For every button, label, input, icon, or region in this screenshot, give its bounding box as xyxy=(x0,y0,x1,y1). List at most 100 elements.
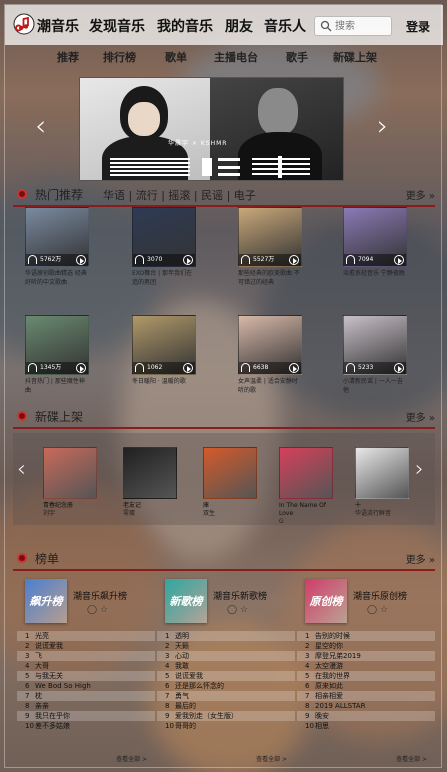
playlist-card[interactable]: 5762万 华语原创歌曲精选 经典好听的中文歌曲 xyxy=(25,207,89,287)
chart-name[interactable]: 潮音乐飙升榜 xyxy=(73,589,127,602)
playlist-cover[interactable]: 1062 xyxy=(132,315,196,375)
chart-song-row[interactable]: 6 原来如此 xyxy=(297,681,435,691)
banner-next-arrow[interactable]: › xyxy=(377,109,388,142)
album-artist[interactable]: 双生 xyxy=(203,510,257,518)
playlist-cover[interactable]: 5527万 xyxy=(238,207,302,267)
subnav-radio[interactable]: 主播电台 xyxy=(214,49,258,65)
playlist-cover[interactable]: 6638 xyxy=(238,315,302,375)
search-input[interactable] xyxy=(335,19,389,33)
chart-song-row[interactable]: 9 爱我别走（女生版） xyxy=(157,711,295,721)
playlist-card[interactable]: 7094 治愈系轻音乐 宁静夜晚 xyxy=(343,207,407,287)
album-name[interactable]: 青春纪念册 xyxy=(43,502,97,510)
chart-song-row[interactable]: 8 亲亲 xyxy=(17,701,155,711)
chart-song-row[interactable]: 3 心动 xyxy=(157,651,295,661)
genre-tags[interactable]: 华语 | 流行 | 摇滚 | 民谣 | 电子 xyxy=(103,187,256,203)
chart-song-row[interactable]: 3飞 xyxy=(17,651,155,661)
chart-song-row[interactable]: 1 透明 xyxy=(157,631,295,641)
album-name[interactable]: 庫 xyxy=(203,502,257,510)
album-cover[interactable] xyxy=(279,447,333,499)
chart-badge[interactable]: 飙升榜 xyxy=(25,579,67,623)
album-artist[interactable]: 华语流行鲜音 xyxy=(355,510,409,518)
chart-song-row[interactable]: 9 晚安 xyxy=(297,711,435,721)
album-card[interactable]: In The Name Of Love G xyxy=(279,447,333,526)
chart-name[interactable]: 潮音乐原创榜 xyxy=(353,589,407,602)
brand-name[interactable]: 潮音乐 xyxy=(37,16,79,36)
play-icon[interactable] xyxy=(394,363,404,373)
album-artist[interactable]: 零蛋 xyxy=(123,510,177,518)
music-note-logo-icon[interactable] xyxy=(13,13,35,35)
chart-song-row[interactable]: 6 We Bod So High xyxy=(17,681,155,691)
album-cover[interactable] xyxy=(355,447,409,499)
play-icon[interactable] xyxy=(289,255,299,265)
playlist-card[interactable]: 1062 冬日暖阳 · 温暖的歌 xyxy=(132,315,196,395)
chart-badge[interactable]: 新歌榜 xyxy=(165,579,207,623)
subnav-playlists[interactable]: 歌单 xyxy=(165,49,187,65)
play-icon[interactable] xyxy=(183,363,193,373)
see-all-link[interactable]: 查看全部 > xyxy=(396,754,427,763)
chart-song-row[interactable]: 2 星空的你 xyxy=(297,641,435,651)
hot-more-link[interactable]: 更多 » xyxy=(406,187,435,202)
banner-carousel[interactable]: 华晨宇 × KSHMR xyxy=(79,77,344,181)
new-albums-title[interactable]: 新碟上架 xyxy=(35,408,83,425)
play-icon[interactable] xyxy=(183,255,193,265)
playlist-card[interactable]: 5527万那些经典的欧美歌曲 不可错过的经典 xyxy=(238,207,302,287)
chart-song-row[interactable]: 7枕 xyxy=(17,691,155,701)
play-icon[interactable] xyxy=(289,363,299,373)
albums-next-arrow[interactable]: › xyxy=(415,457,424,482)
playlist-name[interactable]: 小清新民谣 | 一人一吉他 xyxy=(343,377,407,395)
chart-song-row[interactable]: 8 最后的 xyxy=(157,701,295,711)
chart-song-row[interactable]: 8 2019 ALLSTAR xyxy=(297,701,435,711)
favorite-star-icon[interactable]: ☆ xyxy=(100,605,108,615)
subnav-rankings[interactable]: 排行榜 xyxy=(103,49,136,65)
subnav-artists[interactable]: 歌手 xyxy=(286,49,308,65)
chart-song-row[interactable]: 10相思 xyxy=(297,721,435,731)
playlist-cover[interactable]: 1345万 xyxy=(25,315,89,375)
charts-title[interactable]: 榜单 xyxy=(35,550,59,567)
playlist-name[interactable]: 那些经典的欧美歌曲 不可错过的经典 xyxy=(238,269,302,287)
playlist-cover[interactable]: 7094 xyxy=(343,207,407,267)
playlist-name[interactable]: 女声温柔 | 适合安静时听的歌 xyxy=(238,377,302,395)
playlist-cover[interactable]: 5762万 xyxy=(25,207,89,267)
nav-friends[interactable]: 朋友 xyxy=(225,16,253,36)
album-card[interactable]: 青春纪念册 刘宇 xyxy=(43,447,97,518)
play-circle-icon[interactable]: ◯ xyxy=(227,605,237,615)
album-cover[interactable] xyxy=(43,447,97,499)
hot-recommend-title[interactable]: 热门推荐 xyxy=(35,186,83,203)
subnav-recommend[interactable]: 推荐 xyxy=(57,49,79,65)
playlist-cover[interactable]: 5233 xyxy=(343,315,407,375)
playlist-card[interactable]: 3070 EXO舞台 | 那年我们在追的男团 xyxy=(132,207,196,287)
nav-my-music[interactable]: 我的音乐 xyxy=(157,16,213,36)
chart-song-row[interactable]: 4 大哥 xyxy=(17,661,155,671)
chart-song-row[interactable]: 9 我只在乎你 xyxy=(17,711,155,721)
play-icon[interactable] xyxy=(76,363,86,373)
chart-song-row[interactable]: 7 相亲相爱 xyxy=(297,691,435,701)
chart-song-row[interactable]: 1 告别的时候 xyxy=(297,631,435,641)
album-name[interactable]: 老友记 xyxy=(123,502,177,510)
chart-song-row[interactable]: 4 我敢 xyxy=(157,661,295,671)
playlist-name[interactable]: 治愈系轻音乐 宁静夜晚 xyxy=(343,269,407,287)
banner-prev-arrow[interactable]: ‹ xyxy=(35,109,46,142)
charts-more-link[interactable]: 更多 » xyxy=(406,551,435,566)
playlist-name[interactable]: EXO舞台 | 那年我们在追的男团 xyxy=(132,269,196,287)
albums-prev-arrow[interactable]: ‹ xyxy=(17,457,26,482)
album-card[interactable]: 庫双生 xyxy=(203,447,257,518)
nav-discover-music[interactable]: 发现音乐 xyxy=(89,16,145,36)
album-cover[interactable] xyxy=(123,447,177,499)
chart-song-row[interactable]: 5 与我无关 xyxy=(17,671,155,681)
chart-song-row[interactable]: 1 光亮 xyxy=(17,631,155,641)
playlist-card[interactable]: 6638 女声温柔 | 适合安静时听的歌 xyxy=(238,315,302,395)
album-name[interactable]: 十 xyxy=(355,502,409,510)
search-box[interactable] xyxy=(314,16,392,36)
album-artist[interactable]: 刘宇 xyxy=(43,510,97,518)
album-name[interactable]: In The Name Of Love xyxy=(279,502,333,518)
favorite-star-icon[interactable]: ☆ xyxy=(240,605,248,615)
play-icon[interactable] xyxy=(76,255,86,265)
album-card[interactable]: 老友记 零蛋 xyxy=(123,447,177,518)
chart-song-row[interactable]: 2 天籁 xyxy=(157,641,295,651)
album-artist[interactable]: G xyxy=(279,518,333,526)
album-cover[interactable] xyxy=(203,447,257,499)
nav-musicians[interactable]: 音乐人 xyxy=(264,16,306,36)
chart-song-row[interactable]: 10差不多姑娘 xyxy=(17,721,155,731)
chart-song-row[interactable]: 3 摩登兄弟2019 xyxy=(297,651,435,661)
playlist-name[interactable]: 抖音热门 | 那些魔性神曲 xyxy=(25,377,89,395)
